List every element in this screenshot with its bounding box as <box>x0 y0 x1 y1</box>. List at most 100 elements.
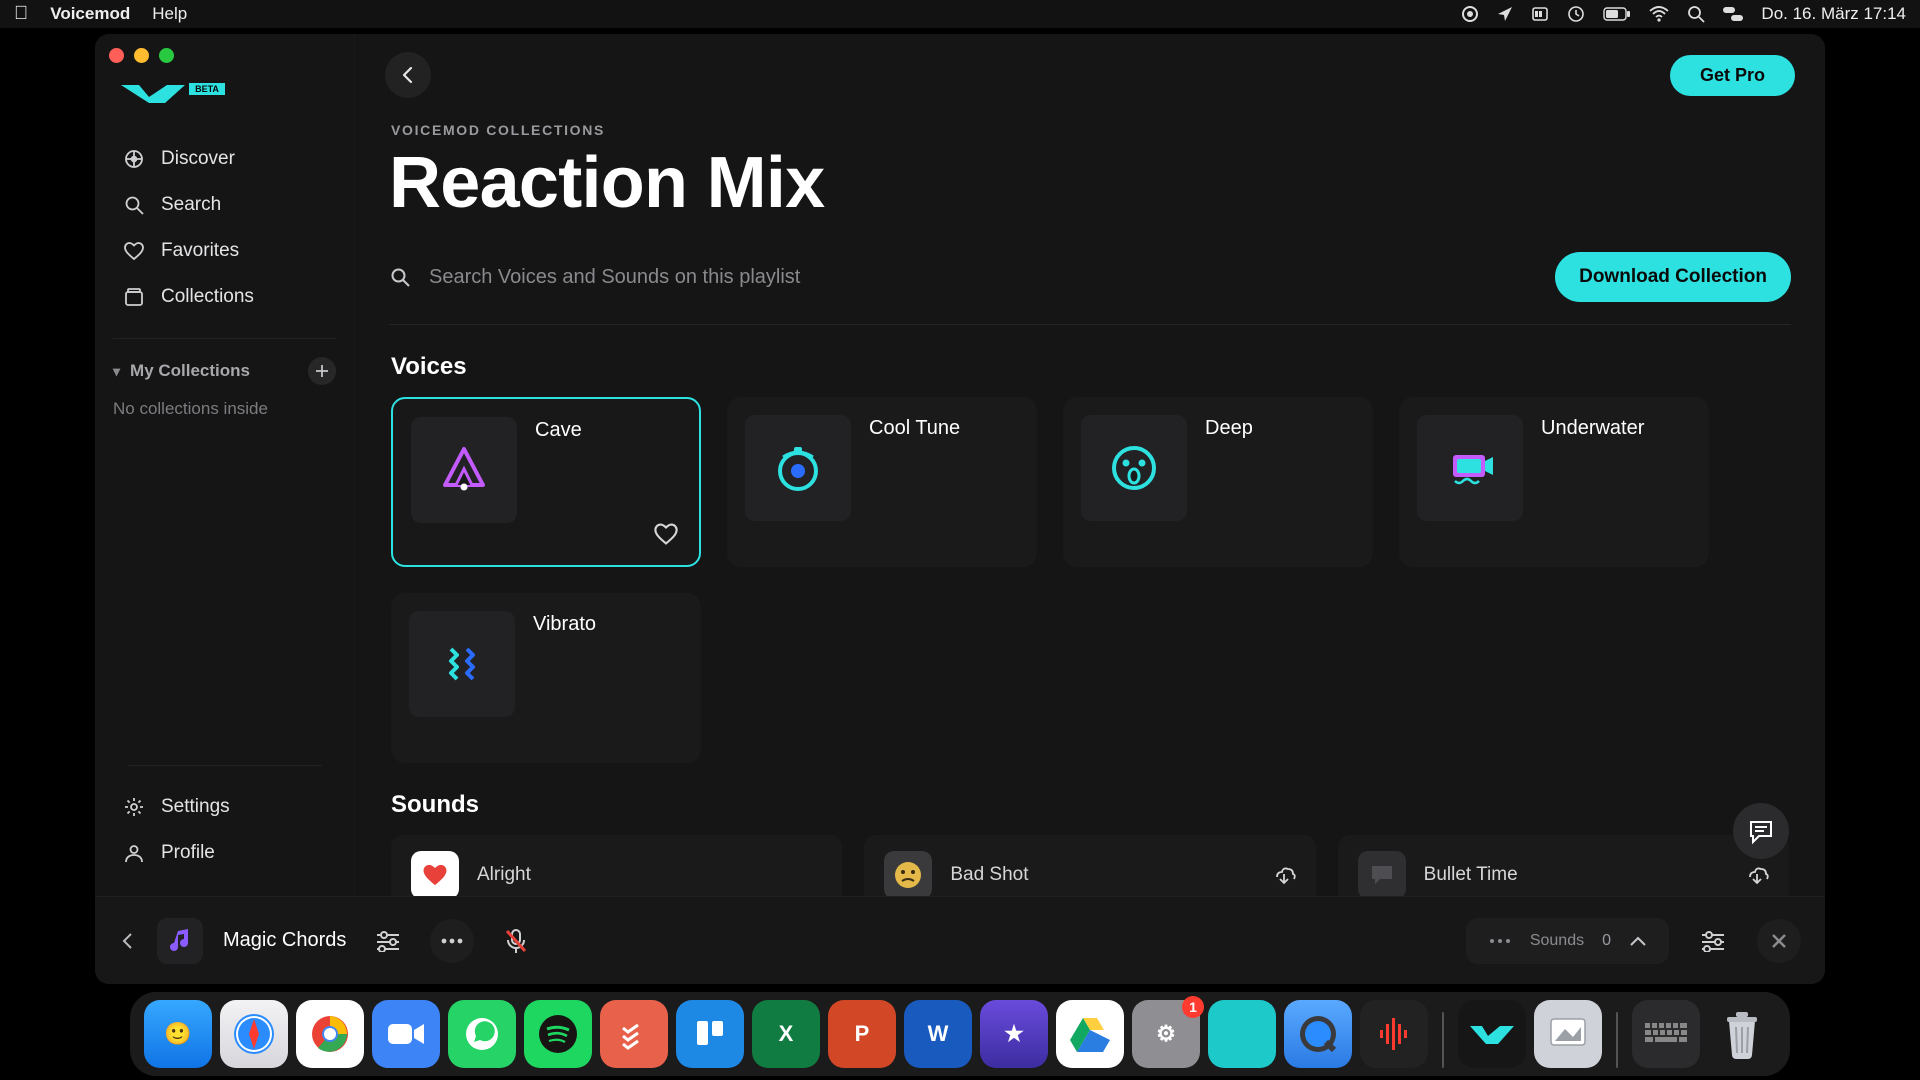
menubar-battery-icon[interactable] <box>1603 7 1631 21</box>
sound-name: Bullet Time <box>1424 864 1518 886</box>
my-collections-empty-text: No collections inside <box>113 399 336 419</box>
my-collections-label[interactable]: My Collections <box>130 361 250 381</box>
dock-voicemod[interactable] <box>1458 1000 1526 1068</box>
sidebar-item-profile[interactable]: Profile <box>109 830 340 876</box>
voice-card-deep[interactable]: Deep <box>1063 397 1373 567</box>
dock-safari[interactable] <box>220 1000 288 1068</box>
dock-trello[interactable] <box>676 1000 744 1068</box>
get-pro-button[interactable]: Get Pro <box>1670 55 1795 96</box>
favorite-icon[interactable] <box>653 521 679 547</box>
more-icon[interactable] <box>430 919 474 963</box>
menubar-help[interactable]: Help <box>152 4 187 24</box>
voice-card-cave[interactable]: Cave <box>391 397 701 567</box>
sliders-icon[interactable] <box>366 919 410 963</box>
sidebar-item-settings[interactable]: Settings <box>109 784 340 830</box>
current-voice-name: Magic Chords <box>223 929 346 952</box>
sidebar-item-label: Favorites <box>161 240 239 262</box>
sidebar-item-label: Settings <box>161 796 230 818</box>
voice-name: Deep <box>1205 417 1253 549</box>
voice-card-cool-tune[interactable]: Cool Tune <box>727 397 1037 567</box>
dock-quicktime[interactable] <box>1284 1000 1352 1068</box>
dock-chrome[interactable] <box>296 1000 364 1068</box>
dock-preview[interactable] <box>1534 1000 1602 1068</box>
main-content: Get Pro VOICEMOD COLLECTIONS Reaction Mi… <box>355 34 1825 896</box>
sound-name: Bad Shot <box>950 864 1028 886</box>
menubar-clock-icon[interactable] <box>1567 5 1585 23</box>
dock-zoom[interactable] <box>372 1000 440 1068</box>
sounds-pill-count: 0 <box>1602 932 1611 950</box>
sidebar-item-label: Profile <box>161 842 215 864</box>
chevron-up-icon <box>1629 935 1647 947</box>
download-sound-icon[interactable] <box>1272 863 1296 887</box>
menubar-app-name[interactable]: Voicemod <box>50 4 130 24</box>
sidebar-item-search[interactable]: Search <box>109 182 340 228</box>
dock-imovie[interactable]: ★ <box>980 1000 1048 1068</box>
dock-finder[interactable]: 🙂 <box>144 1000 212 1068</box>
mic-mute-icon[interactable] <box>494 919 538 963</box>
app-window: BETA Discover Search <box>95 34 1825 984</box>
sidebar-nav: Discover Search Favorites <box>95 136 354 320</box>
chat-button[interactable] <box>1733 803 1789 859</box>
menubar-search-icon[interactable] <box>1687 5 1705 23</box>
voice-card-underwater[interactable]: Underwater <box>1399 397 1709 567</box>
app-logo: BETA <box>119 78 354 108</box>
dock-system-settings[interactable]: ⚙︎1 <box>1132 1000 1200 1068</box>
window-traffic-lights <box>109 48 174 63</box>
dots-icon <box>1488 937 1512 945</box>
download-collection-button[interactable]: Download Collection <box>1555 252 1791 302</box>
dock-todoist[interactable] <box>600 1000 668 1068</box>
search-icon <box>123 194 145 216</box>
chevron-down-icon[interactable]: ▾ <box>113 363 120 380</box>
dock-app-teal[interactable] <box>1208 1000 1276 1068</box>
voice-card-vibrato[interactable]: Vibrato <box>391 593 701 763</box>
sounds-grid: Alright Bad Shot Bullet Time <box>355 835 1825 896</box>
window-zoom-button[interactable] <box>159 48 174 63</box>
dock-trash[interactable] <box>1708 1000 1776 1068</box>
sidebar-item-discover[interactable]: Discover <box>109 136 340 182</box>
page-title: Reaction Mix <box>389 142 1825 224</box>
menubar-app-icon[interactable] <box>1531 5 1549 23</box>
sidebar-item-label: Discover <box>161 148 235 170</box>
sidebar-item-collections[interactable]: Collections <box>109 274 340 320</box>
dock-excel[interactable]: X <box>752 1000 820 1068</box>
menubar-record-icon[interactable] <box>1461 5 1479 23</box>
sidebar: BETA Discover Search <box>95 34 355 896</box>
voice-thumb <box>745 415 851 521</box>
add-collection-button[interactable] <box>308 357 336 385</box>
bottombar-back-icon[interactable] <box>119 932 137 950</box>
dock-powerpoint[interactable]: P <box>828 1000 896 1068</box>
sounds-panel-toggle[interactable]: Sounds 0 <box>1466 918 1669 964</box>
dock-spotify[interactable] <box>524 1000 592 1068</box>
sound-card-bullet-time[interactable]: Bullet Time <box>1338 835 1789 896</box>
sound-card-alright[interactable]: Alright <box>391 835 842 896</box>
voices-heading: Voices <box>391 353 1825 381</box>
dock-keyboard-folder[interactable] <box>1632 1000 1700 1068</box>
menubar-wifi-icon[interactable] <box>1649 6 1669 22</box>
search-input[interactable] <box>429 266 1537 289</box>
dock-google-drive[interactable] <box>1056 1000 1124 1068</box>
dock-word[interactable]: W <box>904 1000 972 1068</box>
sound-name: Alright <box>477 864 531 886</box>
dock-whatsapp[interactable] <box>448 1000 516 1068</box>
sound-card-bad-shot[interactable]: Bad Shot <box>864 835 1315 896</box>
menubar-location-icon[interactable] <box>1497 6 1513 22</box>
close-panel-button[interactable] <box>1757 919 1801 963</box>
window-close-button[interactable] <box>109 48 124 63</box>
back-button[interactable] <box>385 52 431 98</box>
apple-menu-icon[interactable]:  <box>14 3 28 25</box>
window-minimize-button[interactable] <box>134 48 149 63</box>
gear-icon <box>123 796 145 818</box>
voice-thumb <box>409 611 515 717</box>
menubar-control-center-icon[interactable] <box>1723 7 1743 21</box>
sidebar-item-favorites[interactable]: Favorites <box>109 228 340 274</box>
sidebar-divider <box>127 765 322 766</box>
vibrato-icon <box>433 635 491 693</box>
sound-thumb <box>884 851 932 896</box>
menubar-datetime[interactable]: Do. 16. März 17:14 <box>1761 4 1906 24</box>
dock-audio-app[interactable] <box>1360 1000 1428 1068</box>
dock-separator <box>1616 1012 1618 1068</box>
collections-icon <box>123 286 145 308</box>
sliders-icon[interactable] <box>1691 919 1735 963</box>
breadcrumb: VOICEMOD COLLECTIONS <box>391 122 1825 138</box>
download-sound-icon[interactable] <box>1745 863 1769 887</box>
